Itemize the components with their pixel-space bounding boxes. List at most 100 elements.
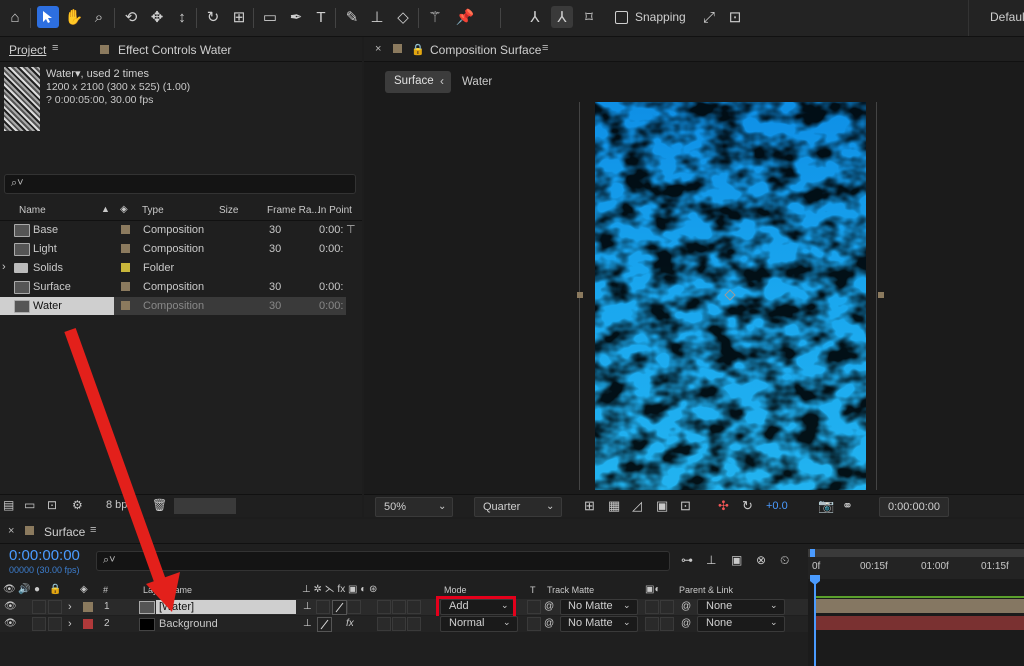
col-layer-name[interactable]: Layer Name [143,585,192,595]
orbit-camera-icon[interactable]: ⟲ [120,6,142,28]
layer-label-swatch[interactable] [83,602,93,612]
roto-brush-icon[interactable]: ⚚ [424,6,446,28]
type-tool-icon[interactable]: T [310,6,332,28]
eye-icon[interactable]: 👁 [4,618,17,629]
pan-behind-icon[interactable]: ⊞ [228,6,250,28]
parent-dropdown[interactable]: None ⌄ [697,599,785,615]
project-settings-icon[interactable]: ⚙ [72,498,83,512]
quality-switch[interactable] [332,600,347,615]
project-item-row[interactable]: Base Composition 30 0:00: [0,221,346,239]
rotate-tool-icon[interactable]: ↻ [202,6,224,28]
project-item-row[interactable]: Light Composition 30 0:00: [0,240,346,258]
pickwhip-icon[interactable]: @ [544,601,554,612]
layer-name-field[interactable]: [Water] [156,600,296,614]
label-tag-icon[interactable]: ◈ [120,204,128,215]
motion-blur-icon[interactable]: ⏲ [780,553,789,568]
pen-tool-icon[interactable]: ✒ [285,6,307,28]
playhead[interactable] [814,579,816,666]
layer-bar[interactable] [816,616,1024,630]
playhead-handle[interactable] [810,575,820,585]
sort-up-icon[interactable]: ▲ [101,204,110,214]
label-swatch[interactable] [121,244,130,253]
home-icon[interactable]: ⌂ [4,6,26,28]
exposure-value[interactable]: +0.0 [766,500,788,512]
time-ruler[interactable]: 0f 00:15f 01:00f 01:15f [808,549,1024,579]
panel-menu-icon[interactable]: ≡ [542,42,548,54]
col-size[interactable]: Size [219,205,238,216]
dolly-camera-icon[interactable]: ↕ [171,6,193,28]
snapping-checkbox[interactable] [615,11,628,24]
layer-handle[interactable] [878,292,884,298]
eraser-tool-icon[interactable]: ◇ [392,6,414,28]
layer-label-swatch[interactable] [83,619,93,629]
mode-dropdown[interactable]: Normal ⌄ [440,616,518,632]
composition-viewer-image[interactable] [595,102,866,490]
expand-chevron-icon[interactable]: › [2,261,6,273]
breadcrumb-surface[interactable]: Surface ‹ [385,71,451,93]
resolution-dropdown[interactable]: Quarter ⌄ [474,497,562,517]
layer-row[interactable]: 👁 › 1 [Water] ⊥ Add ⌄ @ No Matte ⌄ @ Non… [0,596,808,620]
timeline-tab[interactable]: Surface [44,525,85,539]
new-folder-icon[interactable]: ▭ [24,498,35,512]
col-frame-rate[interactable]: Frame Ra... [267,205,320,216]
clone-stamp-icon[interactable]: ⊥ [366,6,388,28]
close-icon[interactable]: × [375,43,381,55]
interpret-footage-icon[interactable]: ▤ [3,498,14,512]
quality-switch[interactable] [317,617,332,632]
hand-tool-icon[interactable]: ✋ [63,6,85,28]
snap-features-icon[interactable]: ⊡ [724,6,746,28]
solo-column-icon[interactable]: ● [34,584,40,595]
timeline-timecode[interactable]: 0:00:00:00 [9,547,80,564]
axis-world-icon[interactable]: ⅄ [551,6,573,28]
comp-mini-flowchart-icon[interactable]: ⊶ [681,553,693,567]
hide-shy-layers-icon[interactable]: ▣ [731,553,742,567]
label-swatch[interactable] [121,282,130,291]
track-matte-dropdown[interactable]: No Matte ⌄ [560,616,638,632]
project-item-row-selected[interactable]: Water Composition 30 0:00: [0,297,346,315]
parent-pickwhip-icon[interactable]: @ [681,618,691,629]
draft-3d-icon[interactable]: ⊥ [706,553,716,567]
expand-chevron-icon[interactable]: › [68,601,72,613]
layer-bar[interactable] [816,599,1024,613]
project-tab[interactable]: Project [9,43,46,57]
show-snapshot-icon[interactable]: ⚭ [842,498,853,514]
collapse-switch-icon[interactable]: ⊥ [303,618,312,629]
snapshot-icon[interactable]: 📷 [818,498,834,514]
flowchart-icon[interactable]: ⊤ [346,223,356,236]
transparency-grid-icon[interactable]: ▦ [608,498,620,514]
snap-edges-icon[interactable]: ⤢ [698,6,720,28]
selection-tool-icon[interactable] [37,6,59,28]
effect-controls-tab[interactable]: Effect Controls Water [118,43,231,57]
col-name[interactable]: Name [19,205,46,216]
pan-camera-icon[interactable]: ✥ [146,6,168,28]
brush-tool-icon[interactable]: ✎ [341,6,363,28]
thumbnail-slider[interactable] [174,498,236,514]
collapse-switch-icon[interactable]: ⊥ [303,601,312,612]
bpc-label[interactable]: 8 bpc [106,499,133,511]
reset-exposure-icon[interactable]: ↻ [742,498,753,514]
color-channels-icon[interactable]: ✣ [718,498,729,514]
panel-menu-icon[interactable]: ≡ [52,42,58,54]
label-column-icon[interactable]: ◈ [80,584,88,595]
col-in-point[interactable]: In Point [318,205,352,216]
rectangle-tool-icon[interactable]: ▭ [259,6,281,28]
lock-icon[interactable]: 🔒 [411,43,425,56]
zoom-dropdown[interactable]: 50% ⌄ [375,497,453,517]
lock-column-icon[interactable]: 🔒 [49,584,61,595]
eye-icon[interactable]: 👁 [4,601,17,612]
layer-row[interactable]: 👁 › 2 Background ⊥ fx Normal ⌄ @ No Matt… [0,616,808,632]
track-area[interactable] [808,575,1024,666]
project-search-input[interactable]: ⌕˅ [4,174,356,194]
trash-icon[interactable]: 🗑 [152,498,167,512]
composition-tab[interactable]: Composition Surface [430,43,541,57]
fast-previews-icon[interactable]: ⊞ [584,498,595,514]
parent-pickwhip-icon[interactable]: @ [681,601,691,612]
frame-blending-icon[interactable]: ⊗ [756,553,766,567]
layer-handle[interactable] [577,292,583,298]
puppet-pin-icon[interactable]: 📌 [454,6,476,28]
zoom-tool-icon[interactable]: ⌕ [88,6,110,28]
layer-name-field[interactable]: Background [159,618,218,630]
pickwhip-icon[interactable]: @ [544,618,554,629]
label-swatch[interactable] [121,225,130,234]
grid-guides-icon[interactable]: ⊡ [680,498,691,514]
